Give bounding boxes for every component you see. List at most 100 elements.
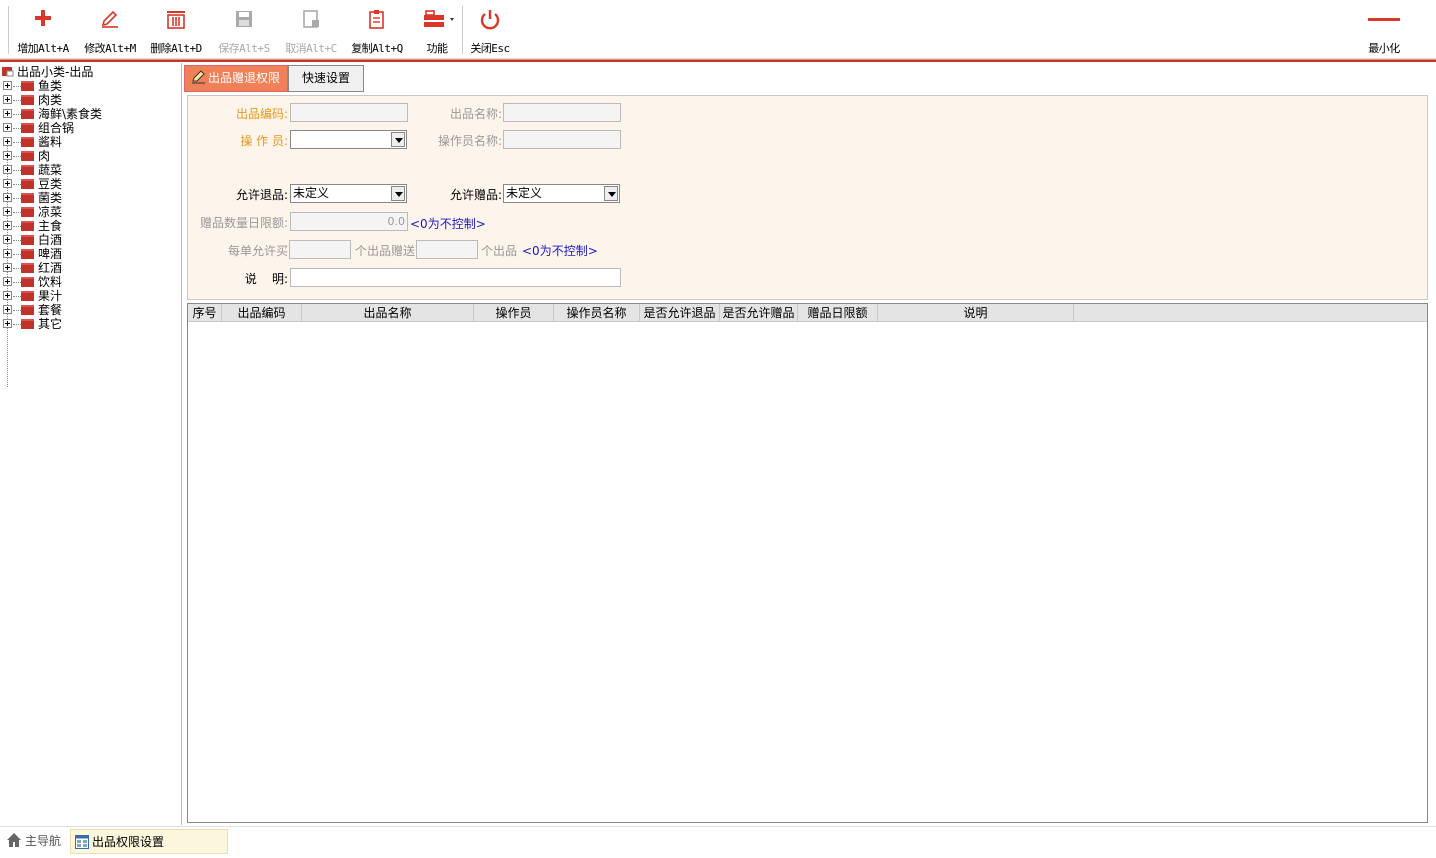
tree-item[interactable]: 组合锅 — [3, 121, 74, 135]
tree-item[interactable]: 鱼类 — [3, 79, 62, 93]
tree-item[interactable]: 菌类 — [3, 191, 62, 205]
tree-item-label: 组合锅 — [38, 121, 75, 135]
bottom-nav-bar: 主导航 出品权限设置 — [0, 826, 1436, 857]
power-icon — [466, 9, 514, 35]
column-header[interactable]: 出品编码 — [222, 304, 302, 322]
toolbar: 增加Alt+A 修改Alt+M 删除Alt+D 保存Alt+S 取消Alt+C … — [0, 0, 1436, 59]
column-header[interactable]: 赠品日限额 — [798, 304, 878, 322]
expand-icon[interactable] — [3, 277, 12, 286]
expand-icon[interactable] — [3, 263, 12, 272]
expand-icon[interactable] — [3, 95, 12, 104]
per-order-label: 每单允许买 — [227, 244, 288, 258]
edit-button[interactable]: 修改Alt+M — [80, 6, 140, 56]
tree-connector — [13, 100, 21, 101]
expand-icon[interactable] — [3, 235, 12, 244]
column-header[interactable]: 操作员 — [474, 304, 554, 322]
category-tree: 出品小类-出品 鱼类 肉类 海鲜\素食类 组合锅 酱料肉蔬菜 豆类 菌类 凉菜 主食 白酒 啤酒 红酒… — [0, 63, 182, 825]
chevron-down-icon[interactable] — [604, 186, 618, 201]
allow-return-select[interactable]: 未定义 — [290, 184, 407, 203]
folder-icon — [21, 81, 34, 91]
gift-count-label: 个出品赠送 — [354, 244, 415, 258]
expand-icon[interactable] — [3, 123, 12, 132]
expand-icon[interactable] — [3, 137, 12, 146]
tree-item[interactable]: 饮料 — [3, 275, 62, 289]
expand-icon[interactable] — [3, 81, 12, 90]
tree-item[interactable]: 肉 — [3, 149, 50, 163]
tree-item-label: 酱料 — [38, 135, 63, 149]
tree-root-icon — [2, 65, 14, 77]
copy-button[interactable]: 复制Alt+Q — [347, 6, 407, 56]
column-header[interactable]: 是否允许退品 — [640, 304, 720, 322]
folder-icon — [21, 277, 34, 287]
tree-item[interactable]: 果汁 — [3, 289, 62, 303]
unit-label: 个出品 — [480, 244, 517, 258]
tree-connector — [13, 240, 21, 241]
tree-item[interactable]: 啤酒 — [3, 247, 62, 261]
gift-daily-limit-input[interactable]: 0.0 — [290, 212, 408, 231]
expand-icon[interactable] — [3, 179, 12, 188]
name-input[interactable] — [503, 103, 621, 122]
save-button[interactable]: 保存Alt+S — [214, 6, 274, 56]
add-button[interactable]: 增加Alt+A — [13, 6, 73, 56]
per-order-input[interactable] — [289, 240, 351, 259]
tree-item[interactable]: 主食 — [3, 219, 62, 233]
function-menu-button[interactable]: 功能 — [416, 6, 458, 56]
toolbar-separator — [462, 6, 463, 54]
expand-icon[interactable] — [3, 165, 12, 174]
cancel-icon — [281, 9, 341, 35]
tree-item[interactable]: 白酒 — [3, 233, 62, 247]
column-header[interactable]: 序号 — [188, 304, 222, 322]
save-disk-icon — [214, 9, 274, 35]
expand-icon[interactable] — [3, 319, 12, 328]
expand-icon[interactable] — [3, 221, 12, 230]
tree-item[interactable]: 海鲜\素食类 — [3, 107, 102, 121]
home-nav-tab[interactable]: 主导航 — [2, 829, 65, 854]
tree-item[interactable]: 肉类 — [3, 93, 62, 107]
expand-icon[interactable] — [3, 193, 12, 202]
gift-count-input[interactable] — [416, 240, 478, 259]
allow-gift-select[interactable]: 未定义 — [503, 184, 620, 203]
active-window-tab[interactable]: 出品权限设置 — [70, 829, 228, 854]
column-header[interactable]: 出品名称 — [302, 304, 474, 322]
no-control-hint-2: <0为不控制> — [522, 244, 598, 258]
column-header[interactable]: 是否允许赠品 — [720, 304, 798, 322]
operator-label: 操 作 员: — [240, 134, 288, 148]
tree-item[interactable]: 其它 — [3, 317, 62, 331]
expand-icon[interactable] — [3, 109, 12, 118]
expand-icon[interactable] — [3, 291, 12, 300]
tab-quick-settings[interactable]: 快速设置 — [288, 65, 364, 92]
tree-connector — [13, 310, 21, 311]
code-input[interactable] — [290, 103, 408, 122]
expand-icon[interactable] — [3, 305, 12, 314]
tree-root[interactable]: 出品小类-出品 — [2, 65, 93, 79]
operator-name-input[interactable] — [503, 130, 621, 149]
tree-item[interactable]: 凉菜 — [3, 205, 62, 219]
close-button[interactable]: 关闭Esc — [466, 6, 514, 56]
tree-item[interactable]: 豆类 — [3, 177, 62, 191]
tree-item-label: 肉类 — [38, 93, 63, 107]
note-input[interactable] — [290, 268, 621, 287]
tree-item-label: 蔬菜 — [38, 163, 63, 177]
delete-button[interactable]: 删除Alt+D — [146, 6, 206, 56]
tree-connector — [13, 268, 21, 269]
column-header[interactable]: 操作员名称 — [554, 304, 640, 322]
trash-icon — [146, 9, 206, 35]
operator-select[interactable] — [290, 130, 407, 149]
expand-icon[interactable] — [3, 249, 12, 258]
tree-item[interactable]: 红酒 — [3, 261, 62, 275]
cancel-button[interactable]: 取消Alt+C — [281, 6, 341, 56]
expand-icon[interactable] — [3, 151, 12, 160]
tab-gift-return-permission[interactable]: 出品赠退权限 — [184, 65, 288, 92]
column-header[interactable]: 说明 — [878, 304, 1074, 322]
minimize-button[interactable]: 最小化 — [1360, 6, 1408, 56]
tree-item[interactable]: 套餐 — [3, 303, 62, 317]
code-label: 出品编码: — [235, 107, 288, 121]
note-label: 说 明: — [244, 272, 288, 286]
folder-icon — [21, 151, 34, 161]
chevron-down-icon[interactable] — [391, 186, 405, 201]
allow-gift-label: 允许赠品: — [449, 188, 502, 202]
chevron-down-icon[interactable] — [391, 132, 405, 147]
expand-icon[interactable] — [3, 207, 12, 216]
tree-item[interactable]: 酱料 — [3, 135, 62, 149]
tree-item[interactable]: 蔬菜 — [3, 163, 62, 177]
